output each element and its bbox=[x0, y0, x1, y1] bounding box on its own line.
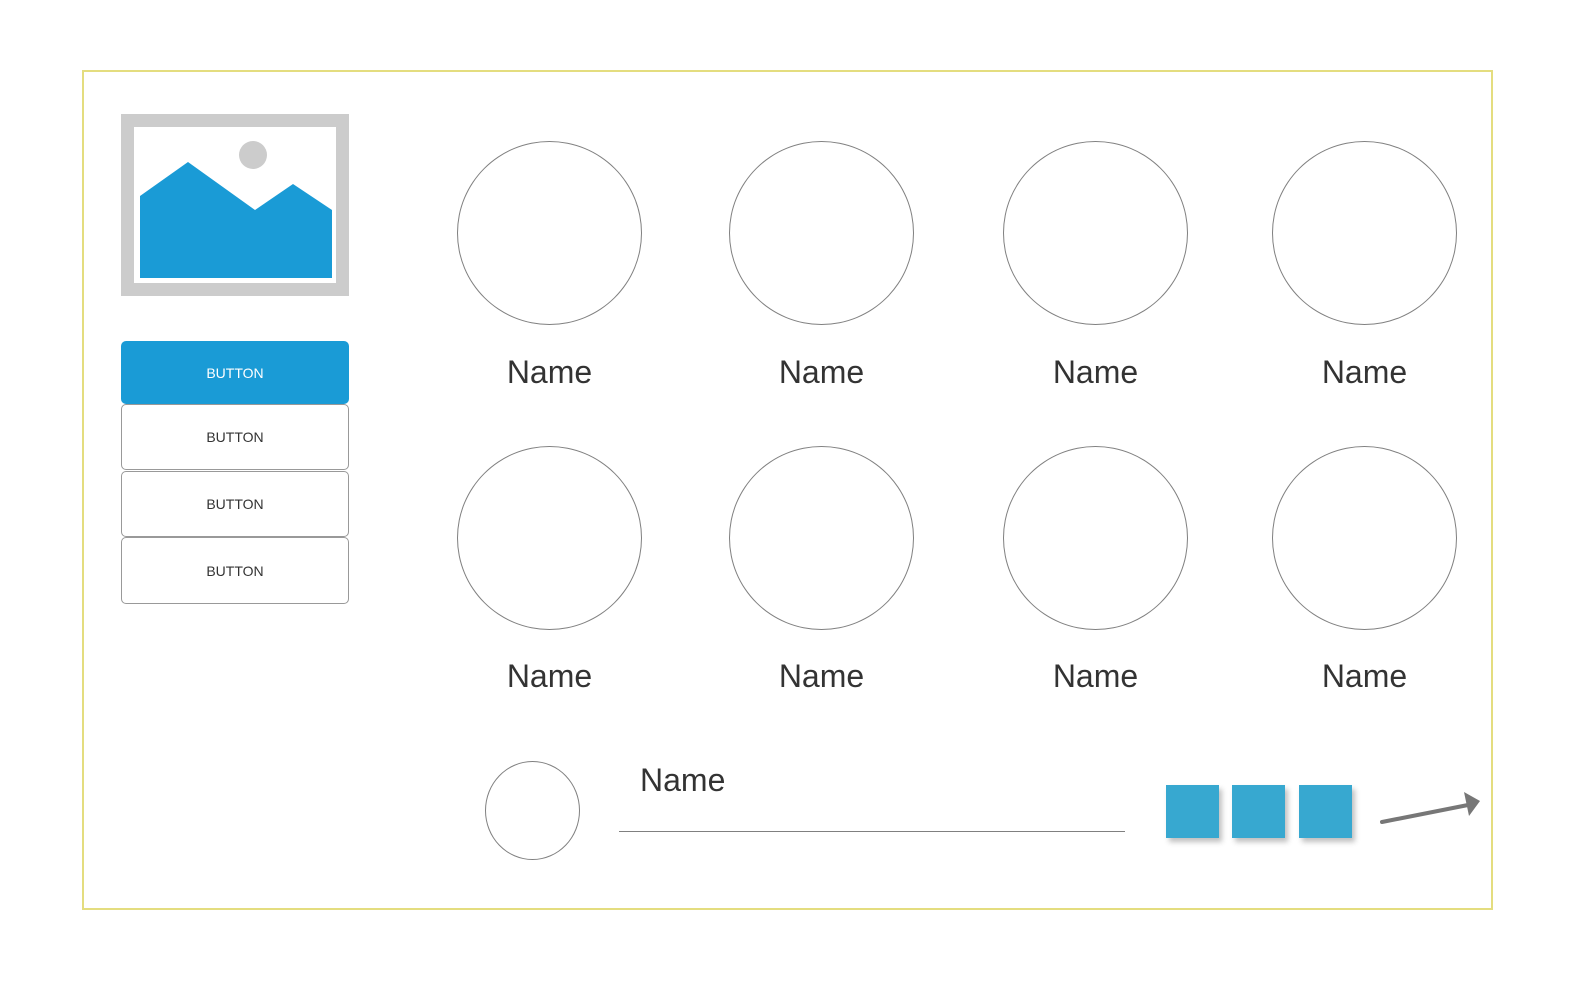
avatar-circle[interactable] bbox=[1272, 446, 1457, 630]
avatar-circle[interactable] bbox=[457, 446, 642, 630]
square-button-1[interactable] bbox=[1166, 785, 1219, 838]
sidebar-button-1[interactable]: BUTTON bbox=[121, 341, 349, 404]
avatar-circle[interactable] bbox=[729, 141, 914, 325]
footer-avatar bbox=[485, 761, 580, 860]
arrow-right-icon[interactable] bbox=[1378, 788, 1488, 828]
person-name: Name bbox=[506, 658, 593, 694]
avatar-circle[interactable] bbox=[1003, 446, 1188, 630]
person-name: Name bbox=[778, 354, 865, 390]
sidebar-button-4[interactable]: BUTTON bbox=[121, 537, 349, 604]
person-name: Name bbox=[1052, 354, 1139, 390]
person-name: Name bbox=[1321, 658, 1408, 694]
avatar-circle[interactable] bbox=[1003, 141, 1188, 325]
avatar-circle[interactable] bbox=[729, 446, 914, 630]
person-name: Name bbox=[778, 658, 865, 694]
sidebar-button-3[interactable]: BUTTON bbox=[121, 471, 349, 537]
avatar-circle[interactable] bbox=[1272, 141, 1457, 325]
person-name: Name bbox=[1321, 354, 1408, 390]
square-button-2[interactable] bbox=[1232, 785, 1285, 838]
person-name: Name bbox=[506, 354, 593, 390]
square-button-3[interactable] bbox=[1299, 785, 1352, 838]
image-placeholder-icon bbox=[121, 114, 349, 296]
sidebar-button-2[interactable]: BUTTON bbox=[121, 404, 349, 470]
avatar-circle[interactable] bbox=[457, 141, 642, 325]
person-name: Name bbox=[1052, 658, 1139, 694]
footer-name: Name bbox=[640, 762, 726, 798]
divider-line bbox=[619, 831, 1125, 832]
